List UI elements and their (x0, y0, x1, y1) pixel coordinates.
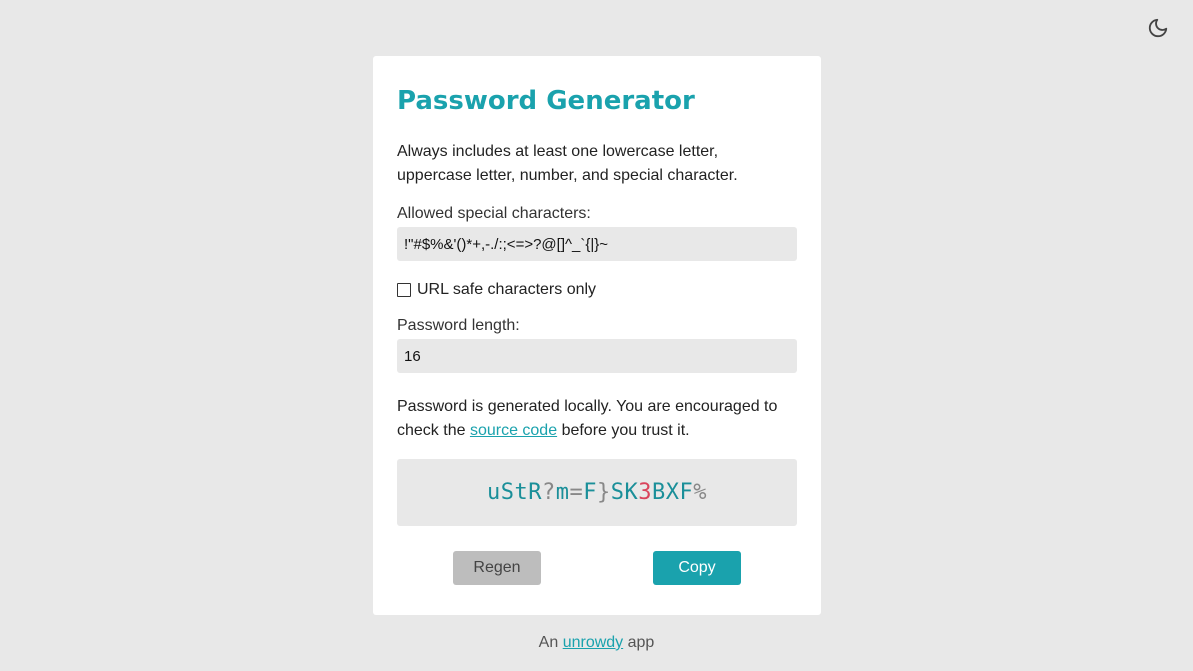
password-segment: % (693, 480, 707, 505)
special-chars-label: Allowed special characters: (397, 205, 591, 222)
password-segment: F (583, 480, 597, 505)
url-safe-checkbox[interactable] (397, 283, 411, 297)
copy-button[interactable]: Copy (653, 551, 741, 585)
url-safe-label: URL safe characters only (417, 281, 597, 298)
action-buttons: Regen Copy (397, 551, 797, 585)
unrowdy-link[interactable]: unrowdy (563, 634, 623, 651)
password-length-input[interactable] (397, 339, 797, 373)
password-segment: uStR (487, 480, 542, 505)
url-safe-option[interactable]: URL safe characters only (397, 280, 797, 300)
moon-icon (1148, 18, 1168, 38)
source-code-link[interactable]: source code (470, 422, 557, 439)
password-segment: SK (610, 480, 639, 505)
page-title: Password Generator (397, 86, 695, 116)
password-segment: 3 (638, 480, 652, 505)
password-length-label: Password length: (397, 317, 520, 334)
password-segment: ? (541, 480, 556, 505)
local-generation-notice: Password is generated locally. You are e… (397, 395, 797, 443)
password-segment: = (569, 480, 584, 505)
password-segment: m (555, 480, 570, 505)
regen-button[interactable]: Regen (453, 551, 541, 585)
password-segment: } (596, 480, 611, 505)
footer-text-before: An (538, 634, 559, 651)
generated-password: uStR? m = F} SK 3 BXF% (397, 459, 797, 526)
password-segment: BXF (651, 480, 694, 505)
special-chars-input[interactable] (397, 227, 797, 261)
password-generator-card: Password Generator Always includes at le… (373, 56, 821, 615)
theme-toggle-button[interactable] (1147, 17, 1169, 39)
notice-text-after: before you trust it. (561, 422, 690, 439)
footer-text-after: app (627, 634, 655, 651)
description-text: Always includes at least one lowercase l… (397, 143, 738, 184)
footer: An unrowdy app (0, 633, 1193, 653)
